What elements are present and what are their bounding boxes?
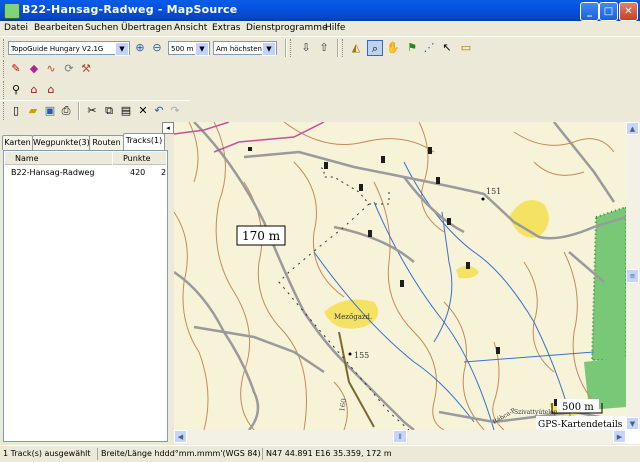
scroll-up-button[interactable]: ▲: [626, 122, 639, 135]
toolbar-grip: [3, 81, 7, 99]
open-folder-icon[interactable]: ▰: [25, 103, 41, 119]
forest-area: [592, 207, 626, 360]
collapse-pane-button[interactable]: ◂: [162, 122, 174, 134]
pencil-marker-icon[interactable]: ✎: [8, 61, 24, 77]
table-row[interactable]: B22-Hansag-Radweg 420 2: [5, 167, 166, 179]
toolbar-grip: [290, 39, 294, 57]
map-product-select[interactable]: TopoGuide Hungary V2.1G ▼: [8, 41, 130, 56]
binoculars-icon[interactable]: ⚲: [8, 82, 24, 98]
column-header-name[interactable]: Name: [5, 152, 112, 165]
menu-datei[interactable]: Datei: [4, 23, 28, 33]
toolbar-grip: [3, 60, 7, 78]
zoom-level-select[interactable]: 500 m ▼: [168, 41, 210, 56]
scroll-thumb[interactable]: ⦀: [393, 430, 407, 443]
tab-wegpunkte[interactable]: Wegpunkte(3): [32, 135, 90, 150]
map-view[interactable]: 151 155 160 Mezőgazd. Szivattyútelep Ráb…: [174, 122, 640, 444]
elevation-label: 151: [486, 187, 501, 196]
pan-tool-icon[interactable]: ✋: [385, 40, 401, 56]
cut-icon[interactable]: ✂: [84, 103, 100, 119]
status-bar: 1 Track(s) ausgewählt Breite/Länge hddd°…: [0, 445, 640, 462]
chevron-down-icon: ▼: [195, 42, 209, 56]
track-split-icon[interactable]: ⟳: [61, 61, 77, 77]
scroll-down-button[interactable]: ▼: [626, 417, 639, 430]
data-pane: Karten Wegpunkte(3) Routen Tracks(1) Nam…: [0, 132, 170, 442]
map-selection-tool-icon[interactable]: ◭: [348, 40, 364, 56]
scroll-left-button[interactable]: ◀: [174, 430, 187, 443]
title-bar: B22-Hansag-Radweg - MapSource _ □ ✕: [0, 0, 640, 21]
toolbar-grip: [3, 39, 7, 57]
column-header-punkte[interactable]: Punkte: [113, 152, 166, 165]
place-label: Mezőgazd.: [334, 312, 372, 321]
maximize-button[interactable]: □: [599, 2, 618, 21]
menu-bearbeiten[interactable]: Bearbeiten: [34, 23, 83, 33]
zoom-level-value: 500 m: [171, 45, 194, 53]
window-title: B22-Hansag-Radweg - MapSource: [22, 3, 238, 16]
scroll-thumb[interactable]: ≡: [626, 269, 639, 283]
map-canvas[interactable]: 151 155 160 Mezőgazd. Szivattyútelep Ráb…: [174, 122, 626, 430]
selection-arrow-icon[interactable]: ↖: [439, 40, 455, 56]
chevron-down-icon: ▼: [262, 42, 276, 56]
minimize-button[interactable]: _: [580, 2, 599, 21]
send-to-device-icon[interactable]: ⇧: [316, 40, 332, 56]
map-horizontal-scrollbar[interactable]: ◀ ⦀ ▶: [174, 430, 626, 444]
track-join-icon[interactable]: ⚒: [78, 61, 94, 77]
find-toolbar: ⚲ ⌂ ⌂: [0, 80, 100, 100]
route-tool-icon[interactable]: ⋰: [421, 40, 437, 56]
menu-dienstprogramme[interactable]: Dienstprogramme: [246, 23, 328, 33]
track-extra: 2: [161, 168, 167, 177]
menu-hilfe[interactable]: Hilfe: [325, 23, 345, 33]
menu-uebertragen[interactable]: Übertragen: [121, 23, 172, 33]
track-name: B22-Hansag-Radweg: [11, 168, 95, 177]
copy-icon[interactable]: ⧉: [101, 103, 117, 119]
standard-toolbar: ▯ ▰ ▣ ⎙ ✂ ⧉ ▤ ✕ ↶ ↷: [0, 100, 190, 121]
new-file-icon[interactable]: ▯: [8, 103, 24, 119]
zoom-in-icon[interactable]: ⊕: [132, 40, 148, 56]
menu-bar: Datei Bearbeiten Suchen Übertragen Ansic…: [0, 21, 640, 36]
menu-extras[interactable]: Extras: [212, 23, 240, 33]
detail-level-select[interactable]: Am höchsten ▼: [213, 41, 277, 56]
status-coordinates: N47 44.891 E16 35.359, 172 m: [266, 449, 392, 458]
map-toolbar: TopoGuide Hungary V2.1G ▼ ⊕ ⊖ 500 m ▼ Am…: [0, 36, 640, 59]
zoom-out-icon[interactable]: ⊖: [149, 40, 165, 56]
track-draw-icon[interactable]: ∿: [43, 61, 59, 77]
distance-label: 170 m: [242, 229, 281, 243]
tracks-list[interactable]: Name Punkte B22-Hansag-Radweg 420 2: [3, 150, 168, 442]
toolbar-grip: [342, 39, 346, 57]
elevation-label: 155: [354, 351, 369, 360]
track-points: 420: [130, 168, 146, 177]
detail-level-value: Am höchsten: [216, 45, 262, 53]
close-button[interactable]: ✕: [619, 2, 638, 21]
delete-icon[interactable]: ✕: [135, 103, 151, 119]
map-product-value: TopoGuide Hungary V2.1G: [11, 45, 104, 53]
find-recent-icon[interactable]: ⌂: [43, 82, 59, 98]
eraser-icon[interactable]: ◆: [26, 61, 42, 77]
status-format: Breite/Länge hddd°mm.mmm'(WGS 84): [101, 449, 261, 458]
zoom-tool-icon[interactable]: ⌕: [367, 40, 383, 56]
tab-routen[interactable]: Routen: [89, 135, 124, 150]
redo-icon[interactable]: ↷: [167, 103, 183, 119]
map-features-toolbar: ✎ ◆ ∿ ⟳ ⚒: [0, 58, 100, 80]
tab-karten[interactable]: Karten: [2, 135, 33, 150]
tab-tracks[interactable]: Tracks(1): [123, 133, 165, 150]
paste-icon[interactable]: ▤: [118, 103, 134, 119]
scroll-right-button[interactable]: ▶: [613, 430, 626, 443]
save-icon[interactable]: ▣: [42, 103, 58, 119]
place-label: Szivattyútelep: [514, 409, 558, 416]
toolbar-grip: [3, 102, 7, 120]
waypoint-flag-icon[interactable]: ⚑: [404, 40, 420, 56]
chevron-down-icon: ▼: [115, 42, 129, 56]
scale-label: 500 m: [562, 402, 594, 413]
print-icon[interactable]: ⎙: [58, 103, 74, 119]
details-label: GPS-Kartendetails: [538, 420, 623, 430]
find-places-icon[interactable]: ⌂: [26, 82, 42, 98]
menu-ansicht[interactable]: Ansicht: [174, 23, 207, 33]
undo-icon[interactable]: ↶: [151, 103, 167, 119]
app-icon: [4, 3, 20, 19]
menu-suchen[interactable]: Suchen: [85, 23, 118, 33]
status-selection: 1 Track(s) ausgewählt: [3, 449, 91, 458]
map-vertical-scrollbar[interactable]: ▲ ≡ ▼: [626, 122, 640, 430]
receive-from-device-icon[interactable]: ⇩: [298, 40, 314, 56]
distance-ruler-icon[interactable]: ▭: [458, 40, 474, 56]
